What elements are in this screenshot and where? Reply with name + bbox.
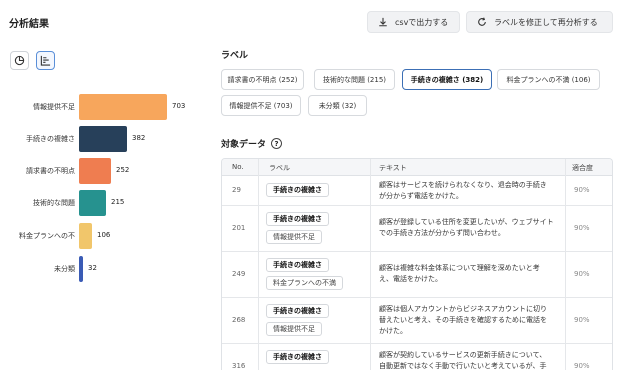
table-row[interactable]: 249 手続きの複雑さ 料金プランへの不満 顧客は複雑な料金体系について理解を深… [222,252,612,298]
column-header-label: ラベル [269,164,290,172]
bar-value-label: 215 [111,198,125,206]
target-data-title: 対象データ ? [221,137,283,150]
row-fit: 90% [574,224,590,232]
bar[interactable] [79,190,106,216]
label-chip-pricing[interactable]: 料金プランへの不満 (106) [497,69,600,90]
table-row[interactable]: 316 手続きの複雑さ 顧客が契約しているサービスの更新手続きについて、 自動更… [222,344,612,370]
row-number: 29 [232,186,241,194]
row-label-tag: 情報提供不足 [266,230,322,244]
row-text-line: での手続き方法が分からず問い合わせ。 [379,229,505,237]
row-label-tag: 手続きの複雑さ [266,350,329,364]
bar[interactable] [79,158,111,184]
row-text: 顧客は複雑な料金体系について理解を深めたいと考 え、電話をかけた。 [379,263,559,285]
pie-view-toggle[interactable] [10,51,29,70]
row-text: 顧客が契約しているサービスの更新手続きについて、 自動更新ではなく手動で行いたい… [379,350,559,370]
label-chip-info-shortage[interactable]: 情報提供不足 (703) [221,95,301,116]
row-label-tag: 手続きの複雑さ [266,304,329,318]
row-text-line: 顧客はサービスを続けられなくなり、退会時の手続き [379,181,547,189]
row-label-tag: 手続きの複雑さ [266,183,329,197]
row-label-tag: 手続きの複雑さ [266,258,329,272]
target-data-table: No. ラベル テキスト 適合度 29 手続きの複雑さ 顧客はサービスを続けられ… [221,158,613,370]
labels-section-title: ラベル [221,51,249,61]
refresh-icon [478,17,486,26]
row-label-tag: 手続きの複雑さ [266,212,329,226]
row-number: 268 [232,316,246,324]
bar-value-label: 703 [172,102,186,110]
bar-value-label: 252 [116,166,130,174]
bar[interactable] [79,126,127,152]
column-header-no: No. [232,163,244,171]
row-number: 201 [232,224,246,232]
chip-text: 未分類 (32) [318,101,357,110]
label-chip-unclassified[interactable]: 未分類 (32) [308,95,367,116]
bar-value-label: 32 [88,264,97,272]
row-fit: 90% [574,316,590,324]
row-text-line: が分からず電話をかけた。 [379,192,463,200]
help-icon[interactable]: ? [271,138,283,149]
chip-text: 情報提供不足 (703) [229,101,293,110]
export-csv-button[interactable]: csvで出力する [367,11,460,33]
table-row[interactable]: 29 手続きの複雑さ 顧客はサービスを続けられなくなり、退会時の手続き が分から… [222,176,612,206]
label-bar-chart: 情報提供不足 703 手続きの複雑さ 382 請求書の不明点 252 技術的な問題 215 料金… [0,90,205,282]
row-text-line: 替えたいと考え、その手続きを確認するために電話を [379,316,547,324]
bar-category-label: 未分類 [54,265,75,273]
bar-chart-icon [40,55,51,66]
bar-category-label: 料金プランへの不 [19,232,75,240]
reanalyze-button[interactable]: ラベルを修正して再分析する [466,11,613,33]
label-chip-billing[interactable]: 請求書の不明点 (252) [221,69,304,90]
table-row[interactable]: 268 手続きの複雑さ 情報提供不足 顧客は個人アカウントからビジネスアカウント… [222,298,612,344]
row-number: 249 [232,270,246,278]
label-chip-procedure[interactable]: 手続きの複雑さ (382) [402,69,492,90]
row-fit: 90% [574,270,590,278]
bar-value-label: 382 [132,134,146,142]
bar-category-label: 請求書の不明点 [26,167,75,175]
target-data-label: 対象データ [221,140,267,150]
column-header-fit: 適合度 [572,164,593,172]
row-text-line: え、電話をかけた。 [379,275,442,283]
row-fit: 90% [574,186,590,194]
table-header: No. ラベル テキスト 適合度 [222,159,612,176]
bar-value-label: 106 [97,231,111,239]
page-title: 分析結果 [9,19,49,30]
row-label-tag: 料金プランへの不満 [266,276,343,290]
chip-text: 請求書の不明点 (252) [227,75,298,84]
chip-text: 手続きの複雑さ (382) [410,75,484,84]
row-fit: 90% [574,362,590,370]
chip-text: 料金プランへの不満 (106) [506,75,591,84]
bar-view-toggle[interactable] [36,51,55,70]
reanalyze-label: ラベルを修正して再分析する [494,17,598,27]
label-chip-technical[interactable]: 技術的な問題 (215) [314,69,395,90]
bar[interactable] [79,223,92,249]
bar-category-label: 手続きの複雑さ [26,135,75,143]
bar[interactable] [79,94,167,120]
row-number: 316 [232,362,246,370]
bar-category-label: 技術的な問題 [33,199,75,207]
bar-category-label: 情報提供不足 [33,103,75,111]
row-text: 顧客が登録している住所を変更したいが、ウェブサイト での手続き方法が分からず問い… [379,217,559,239]
row-text-line: 顧客は複雑な料金体系について理解を深めたいと考 [379,264,540,272]
row-label-tag: 情報提供不足 [266,322,322,336]
pie-chart-icon [14,55,25,66]
bar[interactable] [79,256,83,282]
row-text: 顧客は個人アカウントからビジネスアカウントに切り 替えたいと考え、その手続きを確… [379,304,559,337]
chip-text: 技術的な問題 (215) [322,75,387,84]
export-csv-label: csvで出力する [395,17,449,27]
row-text-line: 顧客が登録している住所を変更したいが、ウェブサイト [379,218,554,226]
row-text-line: 顧客は個人アカウントからビジネスアカウントに切り [379,305,547,313]
download-icon [379,17,387,27]
row-text-line: 顧客が契約しているサービスの更新手続きについて、 [379,351,547,359]
row-text-line: 自動更新ではなく手動で行いたいと考えているが、手 [379,362,547,370]
table-row[interactable]: 201 手続きの複雑さ 情報提供不足 顧客が登録している住所を変更したいが、ウェ… [222,206,612,252]
row-text: 顧客はサービスを続けられなくなり、退会時の手続き が分からず電話をかけた。 [379,180,559,202]
row-text-line: かけた。 [379,327,407,335]
column-header-text: テキスト [379,164,407,172]
